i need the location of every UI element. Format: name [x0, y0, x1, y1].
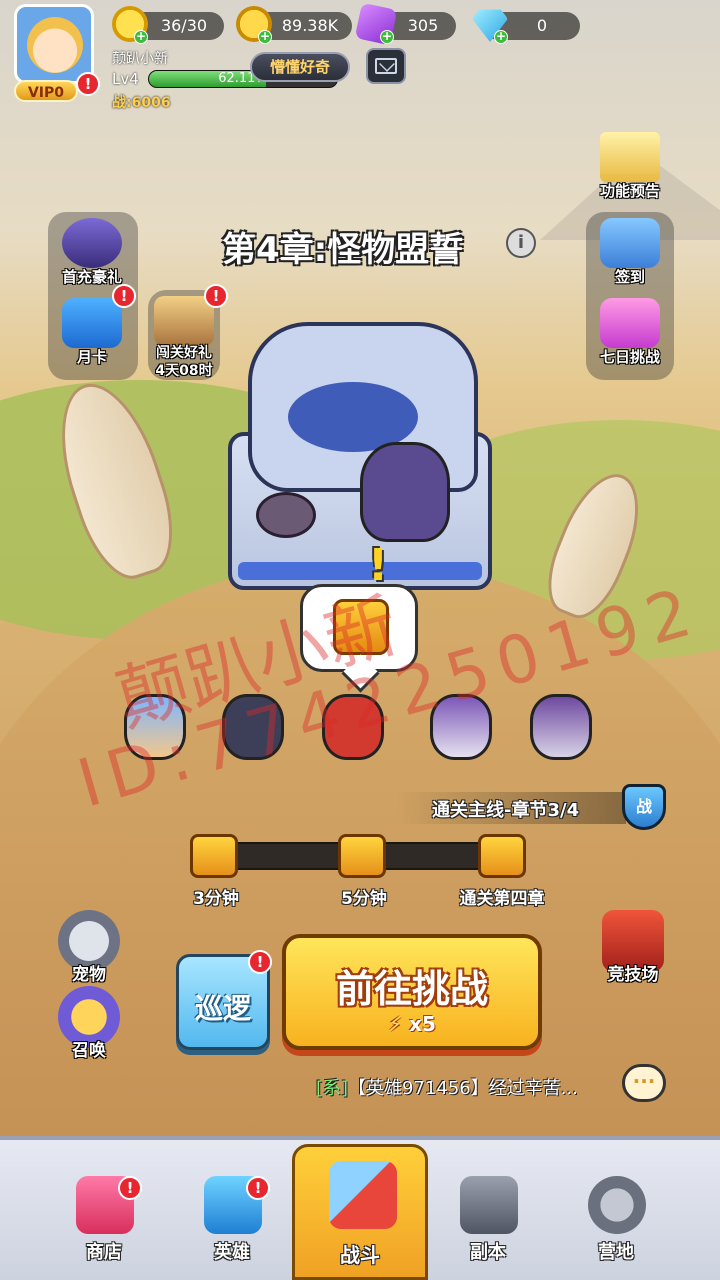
checkin-button[interactable]: 签到	[588, 214, 672, 298]
battle-shield-icon: 战	[622, 784, 666, 830]
reward-label-1: 3分钟	[193, 889, 239, 909]
boss-monster	[360, 442, 450, 542]
add-diamond-icon[interactable]: +	[494, 30, 508, 44]
chest-reward-bubble[interactable]	[300, 584, 418, 672]
stage-gift-alert-icon: !	[204, 284, 228, 308]
rock-rubble	[256, 492, 316, 538]
stamina-counter[interactable]: + 36/30	[112, 6, 224, 44]
purple-gem-counter[interactable]: + 305	[354, 2, 456, 46]
player-avatar[interactable]	[14, 4, 94, 84]
chapter-info-icon[interactable]: i	[506, 228, 536, 258]
chat-bubble-icon[interactable]: ···	[622, 1064, 666, 1102]
hero-sage	[520, 676, 602, 766]
patrol-alert-icon: !	[248, 950, 272, 974]
chapter-title: 第4章:怪物盟誓	[222, 230, 464, 270]
diamond-counter[interactable]: + 0	[472, 9, 580, 44]
add-stamina-icon[interactable]: +	[134, 30, 148, 44]
hero-mage	[114, 676, 196, 766]
wizard-avatar-icon	[62, 218, 122, 268]
nav-tab-battle[interactable]: 战斗	[292, 1144, 428, 1280]
vip-badge[interactable]: VIP0	[14, 80, 78, 102]
hero-beast	[212, 676, 294, 766]
gold-counter[interactable]: + 89.38K	[236, 6, 352, 44]
chat-message: 【英雄971456】经过辛苦...	[348, 1078, 578, 1099]
arena-button[interactable]: 竞技场	[598, 910, 668, 1000]
chat-ticker[interactable]: [系]【英雄971456】经过辛苦...	[316, 1074, 626, 1100]
seven-day-challenge-button[interactable]: 七日挑战	[588, 294, 672, 378]
system-tag: [系]	[316, 1078, 349, 1099]
chapter-stage-island[interactable]	[228, 322, 492, 590]
nav-tab-camp[interactable]: 营地	[566, 1168, 666, 1272]
dungeon-shield-icon	[460, 1176, 518, 1234]
reward-label-2: 5分钟	[341, 889, 387, 909]
player-name: 颠趴小新	[112, 51, 168, 67]
hero-portrait-icon	[154, 296, 214, 346]
heroes-alert-icon: !	[246, 1176, 270, 1200]
add-gold-icon[interactable]: +	[258, 30, 272, 44]
avatar-portrait	[27, 17, 83, 73]
lightning-cost-icon: ⚡	[388, 1012, 403, 1036]
treasure-chest-icon	[333, 599, 389, 655]
combat-power: 战:6006	[112, 95, 171, 111]
reward-chest-1[interactable]	[190, 834, 238, 878]
stage-gift-label: 闯关好礼	[156, 345, 212, 361]
crossed-swords-icon	[329, 1161, 397, 1229]
mail-button[interactable]	[366, 48, 406, 84]
shop-alert-icon: !	[118, 1176, 142, 1200]
camp-gear-icon	[588, 1176, 646, 1234]
challenge-cost: ⚡ x5	[388, 1012, 436, 1036]
nav-tab-dungeon[interactable]: 副本	[438, 1168, 538, 1272]
main-line-progress: 通关主线-章节3/4	[432, 800, 580, 821]
go-challenge-button[interactable]: 前往挑战 ⚡ x5	[282, 934, 542, 1050]
stage-gift-timer: 4天08时	[155, 363, 213, 379]
reward-label-3: 通关第四章	[459, 889, 545, 909]
hero-warrior	[312, 676, 394, 766]
month-card-alert-icon: !	[112, 284, 136, 308]
avatar-alert-icon: !	[76, 72, 100, 96]
calendar-icon	[62, 298, 122, 348]
envelope-icon	[375, 58, 397, 74]
hero-rider	[420, 676, 502, 766]
player-level: Lv4	[112, 70, 139, 88]
add-purple-gem-icon[interactable]: +	[380, 30, 394, 44]
checkmark-board-icon	[600, 218, 660, 268]
feather-scroll-icon	[600, 132, 660, 182]
number-seven-icon	[600, 298, 660, 348]
player-title-badge[interactable]: 懵懂好奇	[250, 52, 350, 82]
reward-chest-2[interactable]	[338, 834, 386, 878]
feature-preview-button[interactable]: 功能预告	[588, 128, 672, 212]
reward-chest-3[interactable]	[478, 834, 526, 878]
summon-button[interactable]: 召唤	[54, 986, 124, 1076]
